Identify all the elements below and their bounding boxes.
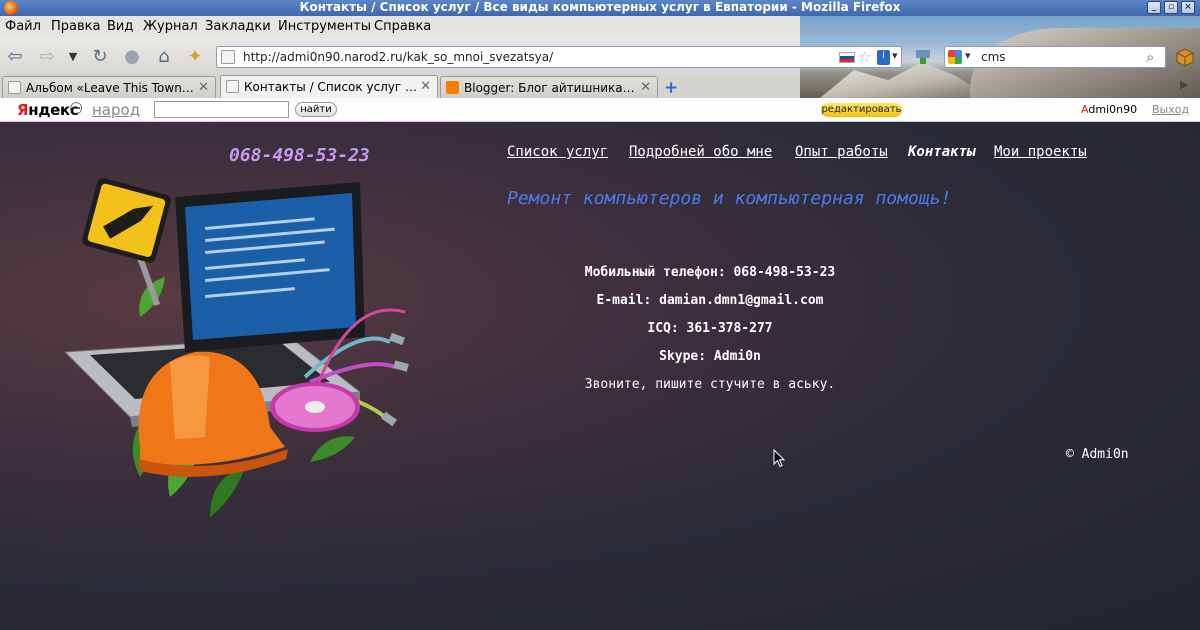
search-input[interactable]: cms xyxy=(981,50,1006,64)
menu-file[interactable]: Файл xyxy=(5,19,41,34)
tab-album[interactable]: Альбом «Leave This Town… ✕ xyxy=(2,76,216,98)
page-content: 068-498-53-23 Список услуг Подробней обо… xyxy=(0,122,1200,630)
page-icon xyxy=(226,80,239,93)
nav-projects[interactable]: Мои проекты xyxy=(994,144,1087,160)
menu-bookmarks[interactable]: Закладки xyxy=(205,19,271,34)
tab-label: Blogger: Блог айтишника… xyxy=(464,81,635,95)
bookmark-page-star-icon[interactable]: ☆ xyxy=(858,48,871,66)
close-tab-icon[interactable]: ✕ xyxy=(420,79,431,94)
copyright: © Admi0n xyxy=(1066,447,1129,462)
tab-label: Альбом «Leave This Town… xyxy=(26,81,194,95)
window-titlebar: Контакты / Список услуг / Все виды компь… xyxy=(0,0,1200,16)
edit-button[interactable]: редактировать xyxy=(821,103,902,117)
addon-package-icon[interactable] xyxy=(1174,45,1196,67)
nav-experience[interactable]: Опыт работы xyxy=(795,144,888,160)
menu-tools[interactable]: Инструменты xyxy=(278,19,371,34)
mouse-cursor-icon xyxy=(773,449,786,468)
page-icon xyxy=(8,81,21,94)
reload-icon[interactable]: ↻ xyxy=(89,46,111,68)
search-bar[interactable]: ▾ cms ⌕ xyxy=(944,46,1166,68)
search-magnifier-icon[interactable]: ⌕ xyxy=(1146,48,1154,66)
site-slogan: Ремонт компьютеров и компьютерная помощь… xyxy=(507,188,952,209)
tab-contacts[interactable]: Контакты / Список услуг … ✕ xyxy=(220,75,438,98)
menu-help[interactable]: Справка xyxy=(374,19,431,34)
blogger-icon xyxy=(446,81,459,94)
downloads-icon[interactable] xyxy=(914,48,932,66)
nav-about[interactable]: Подробней обо мне xyxy=(629,144,772,160)
russian-flag-icon[interactable] xyxy=(839,52,855,63)
info-icon[interactable]: i xyxy=(877,50,890,65)
contact-email: E-mail: damian.dmn1@gmail.com xyxy=(596,293,824,308)
menu-edit[interactable]: Правка xyxy=(51,19,100,34)
laptop-repair-illustration xyxy=(63,178,409,517)
url-text[interactable]: http://admi0n90.narod2.ru/kak_so_mnoi_sv… xyxy=(243,50,553,64)
minimize-button[interactable]: _ xyxy=(1147,1,1161,14)
home-icon[interactable]: ⌂ xyxy=(153,46,175,68)
tab-strip: Альбом «Leave This Town… ✕ Контакты / Сп… xyxy=(0,74,1200,98)
maximize-button[interactable]: ▫ xyxy=(1164,1,1178,14)
yandex-search-input[interactable] xyxy=(154,101,289,118)
tab-blogger[interactable]: Blogger: Блог айтишника… ✕ xyxy=(440,76,658,98)
contact-mobile: Мобильный телефон: 068-498-53-23 xyxy=(584,265,836,280)
menu-view[interactable]: Вид xyxy=(107,19,133,34)
logout-link[interactable]: Выход xyxy=(1152,103,1189,116)
contact-icq: ICQ: 361-378-277 xyxy=(647,321,773,336)
close-tab-icon[interactable]: ✕ xyxy=(198,80,209,95)
address-bar[interactable]: http://admi0n90.narod2.ru/kak_so_mnoi_sv… xyxy=(216,46,902,68)
stop-icon[interactable]: ● xyxy=(121,46,143,68)
forward-arrow-icon[interactable]: ⇨ xyxy=(36,46,58,68)
tab-list-icon[interactable]: ▶ xyxy=(1180,78,1188,91)
yandex-narod-bar: Яндекс ⚇ народ найти редактировать Admi0… xyxy=(0,98,1200,122)
nav-contacts[interactable]: Контакты xyxy=(908,144,975,160)
narod-people-icon: ⚇ xyxy=(69,99,84,118)
find-button[interactable]: найти xyxy=(295,102,337,117)
site-identity-icon[interactable] xyxy=(221,50,235,64)
back-arrow-icon[interactable]: ⇦ xyxy=(4,46,26,68)
menu-history[interactable]: Журнал xyxy=(143,19,198,34)
new-tab-plus-icon[interactable]: + xyxy=(664,78,678,98)
header-phone: 068-498-53-23 xyxy=(229,145,370,166)
contact-skype: Skype: Admi0n xyxy=(659,349,761,364)
bookmark-star-icon[interactable]: ✦ xyxy=(184,46,206,68)
window-title: Контакты / Список услуг / Все виды компь… xyxy=(299,0,901,14)
url-dropdown-icon[interactable]: ▾ xyxy=(892,49,898,62)
close-tab-icon[interactable]: ✕ xyxy=(640,80,651,95)
narod-link[interactable]: народ xyxy=(92,101,140,119)
tab-label: Контакты / Список услуг … xyxy=(244,80,418,94)
nav-services[interactable]: Список услуг xyxy=(507,144,608,160)
username[interactable]: Admi0n90 xyxy=(1081,103,1137,116)
contact-note: Звоните, пишите стучите в аську. xyxy=(584,377,836,392)
close-window-button[interactable]: × xyxy=(1181,1,1195,14)
history-dropdown-icon[interactable]: ▼ xyxy=(62,46,84,68)
google-engine-icon[interactable] xyxy=(948,50,962,64)
engine-dropdown-icon[interactable]: ▾ xyxy=(965,49,971,62)
